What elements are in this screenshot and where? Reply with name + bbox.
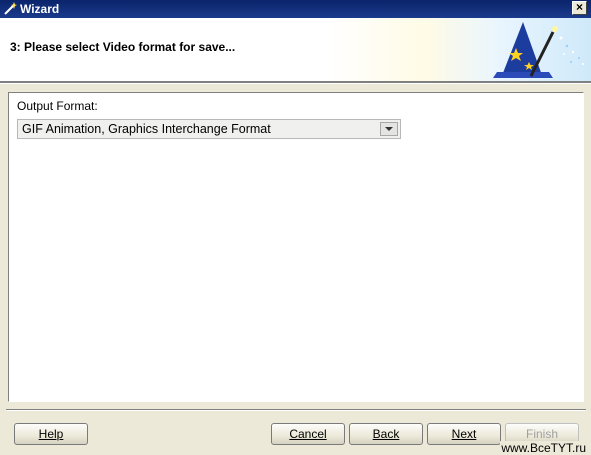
finish-button-label: Finish bbox=[525, 427, 558, 441]
wizard-hat-icon bbox=[493, 22, 584, 78]
magic-wand-icon bbox=[4, 2, 17, 15]
help-button[interactable]: Help bbox=[14, 423, 88, 445]
output-format-value: GIF Animation, Graphics Interchange Form… bbox=[22, 122, 271, 136]
title-bar[interactable]: Wizard × bbox=[0, 0, 591, 18]
content-panel: Output Format: GIF Animation, Graphics I… bbox=[8, 92, 584, 402]
help-button-label: Help bbox=[38, 427, 64, 441]
wizard-header: 3: Please select Video format for save..… bbox=[0, 18, 591, 81]
output-format-label: Output Format: bbox=[17, 99, 98, 113]
watermark-text: www.BceTYT.ru bbox=[500, 441, 587, 455]
chevron-down-icon[interactable] bbox=[380, 122, 398, 136]
back-button[interactable]: Back bbox=[349, 423, 423, 445]
back-button-label: Back bbox=[372, 427, 400, 441]
output-format-select[interactable]: GIF Animation, Graphics Interchange Form… bbox=[17, 119, 401, 139]
cancel-button[interactable]: Cancel bbox=[271, 423, 345, 445]
next-button-label: Next bbox=[451, 427, 477, 441]
close-button[interactable]: × bbox=[572, 1, 587, 15]
header-divider bbox=[0, 81, 591, 84]
cancel-button-label: Cancel bbox=[289, 427, 327, 441]
button-divider bbox=[6, 409, 586, 411]
next-button[interactable]: Next bbox=[427, 423, 501, 445]
step-title: 3: Please select Video format for save..… bbox=[10, 40, 236, 54]
window-title: Wizard bbox=[20, 2, 60, 16]
